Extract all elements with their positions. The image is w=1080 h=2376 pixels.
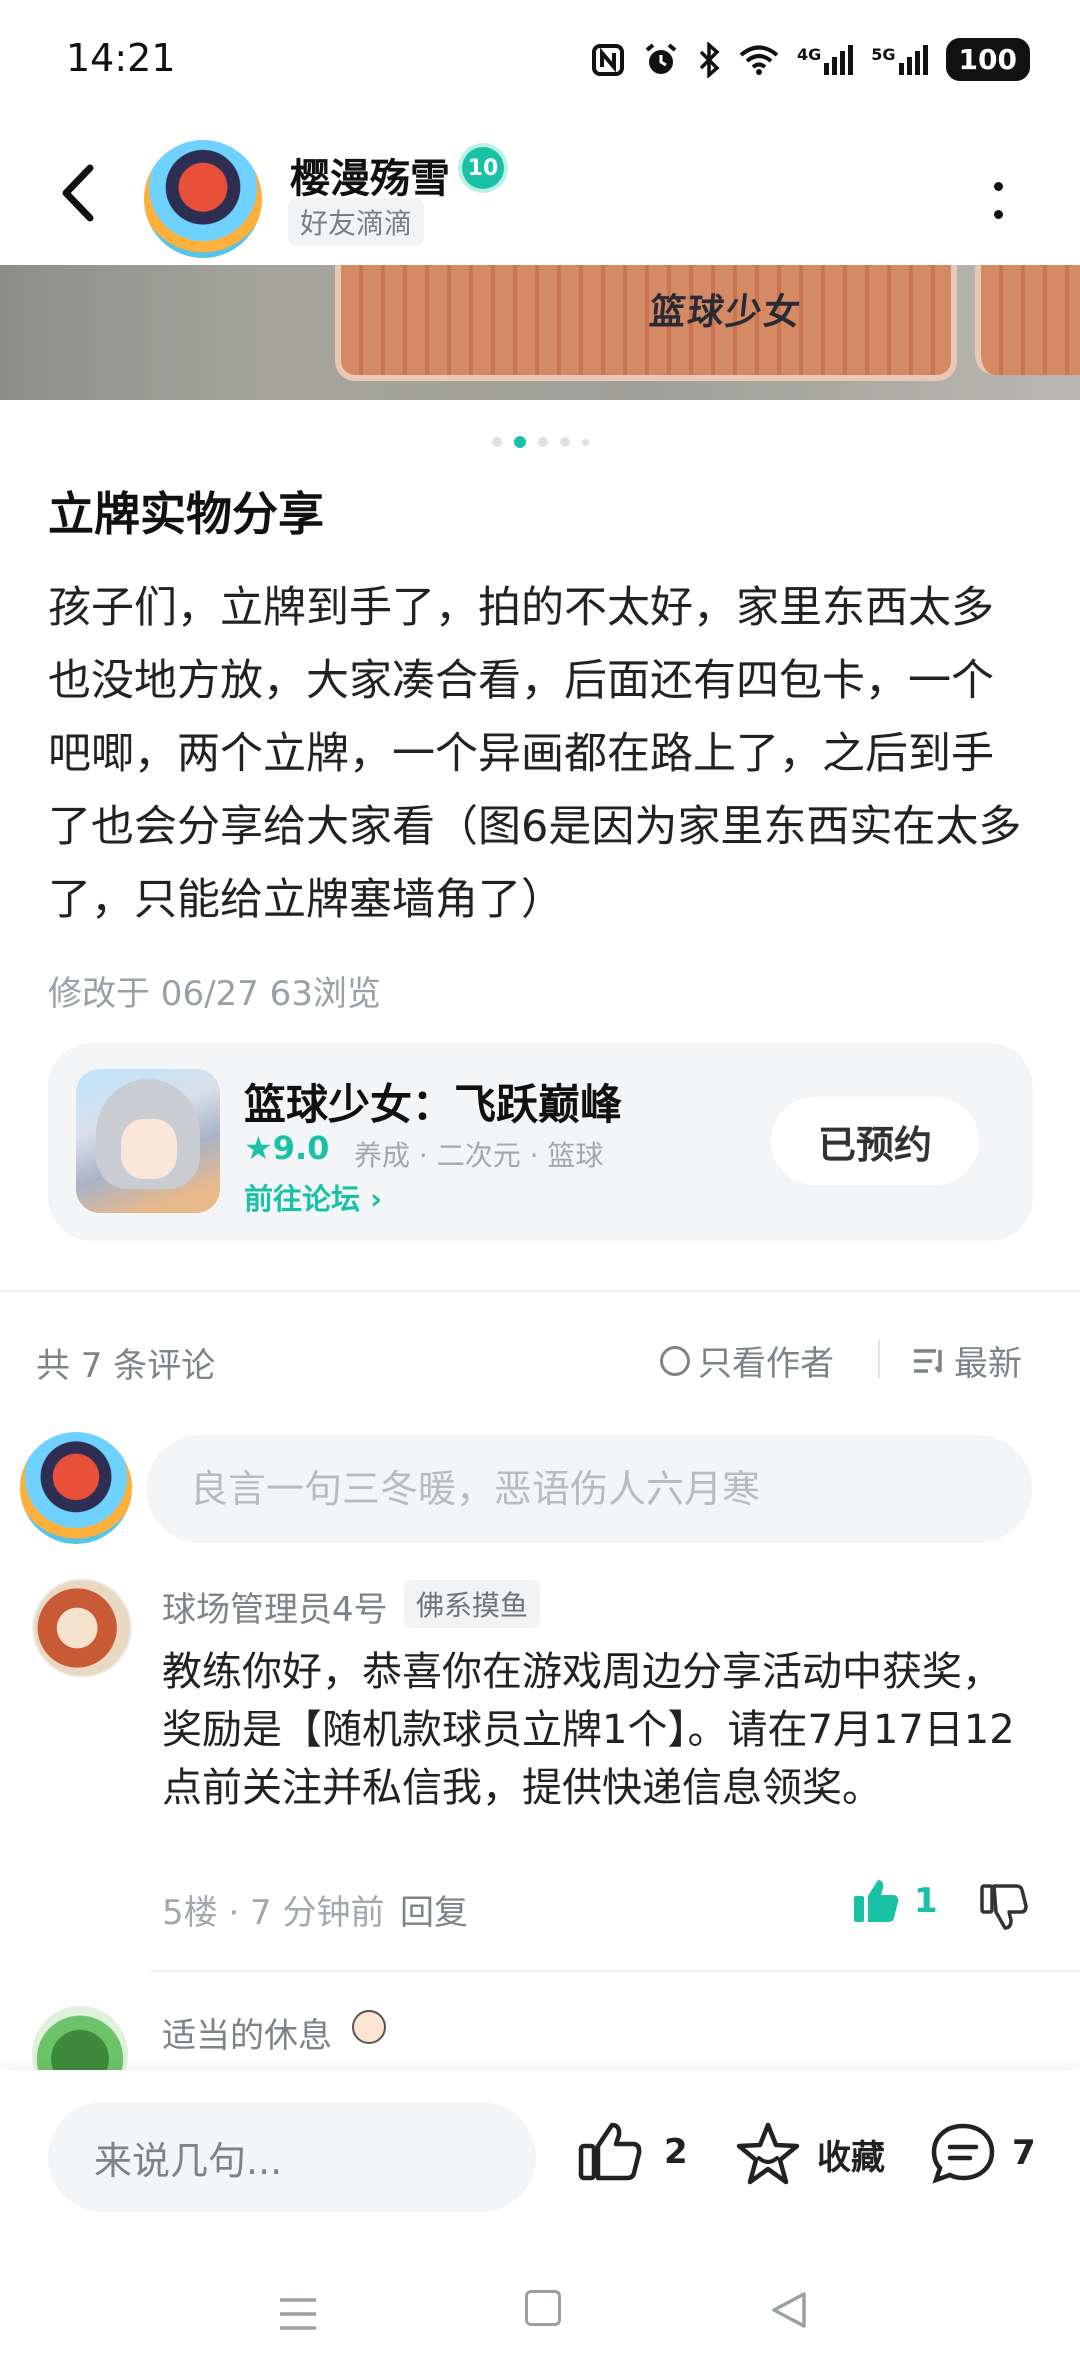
back-arrow-icon[interactable] [52,158,112,228]
more-options-icon[interactable] [988,176,1008,226]
commenter-avatar[interactable] [32,1578,132,1678]
reply-input[interactable]: 来说几句... [48,2102,536,2212]
author-name[interactable]: 樱漫殇雪 [290,146,450,204]
thumbs-up-filled-icon [854,1880,899,1922]
emoji-badge-icon [352,2010,386,2044]
status-bar: 14:21 4G 5G 100 [0,0,1080,120]
goto-forum-link[interactable]: 前往论坛 › [244,1176,382,1218]
sort-icon [914,1348,942,1373]
radio-circle-icon [660,1345,690,1376]
reply-button[interactable]: 回复 [400,1885,468,1934]
post-header: 樱漫殇雪 10 好友滴滴 [0,120,1080,265]
commenter-badge: 佛系摸鱼 [404,1580,541,1628]
battery-indicator: 100 [945,38,1030,81]
home-square-icon[interactable] [525,2290,561,2326]
divider [150,1970,1080,1972]
divider [878,1340,880,1378]
pager-dot [538,437,548,447]
author-level-badge: 10 [462,147,504,189]
pager-dot [582,438,589,446]
sort-button[interactable]: 最新 [912,1336,1022,1385]
author-tag: 好友滴滴 [288,198,425,246]
post-body: 孩子们，立牌到手了，拍的不太好，家里东西太多也没地方放，大家凑合看，后面还有四包… [48,583,1022,925]
4g-signal-icon: 4G [797,44,854,75]
status-icons: 4G 5G 100 [591,38,1030,81]
reserved-button[interactable]: 已预约 [771,1097,979,1185]
comment-bubble-icon [931,2123,995,2184]
post-title: 立牌实物分享 [48,487,324,541]
star-outline-icon [736,2122,800,2185]
post-like-button[interactable]: 2 [578,2122,688,2182]
5g-signal-icon: 5G [871,44,928,75]
standee-photo [335,265,957,381]
pager-dot [560,437,570,447]
post-image-carousel[interactable]: 篮球少女 [0,265,1080,400]
comments-button[interactable]: 7 [930,2122,1036,2184]
comment-like-button[interactable]: 1 [852,1878,938,1924]
pager-dot [492,437,502,447]
nfc-icon [592,43,625,76]
bottom-action-bar: 来说几句... 2 收藏 7 [0,2070,1080,2240]
game-tags: 养成 · 二次元 · 篮球 [354,1139,604,1172]
carousel-pager [492,436,589,448]
comment-body: 教练你好，恭喜你在游戏周边分享活动中获奖，奖励是【随机款球员立牌1个】。请在7月… [162,1649,1015,1811]
status-time: 14:21 [66,36,176,80]
commenter-name[interactable]: 适当的休息 [162,2008,332,2057]
bluetooth-icon [699,41,720,78]
back-triangle-icon[interactable] [770,2290,810,2330]
standee-logo-text: 篮球少女 [647,292,804,333]
game-name[interactable]: 篮球少女：飞跃巅峰 [244,1071,622,1132]
alarm-icon [645,42,677,74]
favorite-button[interactable]: 收藏 [735,2122,885,2186]
system-nav-bar [0,2240,1080,2376]
comment-count: 共 7 条评论 [36,1346,216,1386]
game-card[interactable]: 篮球少女：飞跃巅峰 ★9.0 养成 · 二次元 · 篮球 前往论坛 › 已预约 [48,1043,1033,1241]
standee-photo-edge [975,265,1080,375]
thumbs-up-icon [578,2122,642,2181]
game-icon[interactable] [76,1069,220,1213]
comment-meta: 5楼 · 7 分钟前 [162,1893,385,1933]
wifi-icon [739,45,779,75]
pager-dot-active [514,436,526,448]
author-only-toggle[interactable]: 只看作者 [660,1336,834,1385]
commenter-name[interactable]: 球场管理员4号 [162,1582,388,1631]
author-avatar[interactable] [144,140,262,258]
my-avatar [20,1432,132,1544]
post-meta: 修改于 06/27 63浏览 [48,974,381,1014]
chevron-right-icon: › [370,1182,383,1216]
star-icon: ★ [244,1129,273,1167]
comment-input[interactable] [146,1435,1032,1543]
recents-menu-icon[interactable] [278,2296,318,2332]
game-rating: ★9.0 [244,1129,330,1167]
thumbs-down-icon[interactable] [978,1878,1030,1930]
divider [0,1290,1080,1292]
